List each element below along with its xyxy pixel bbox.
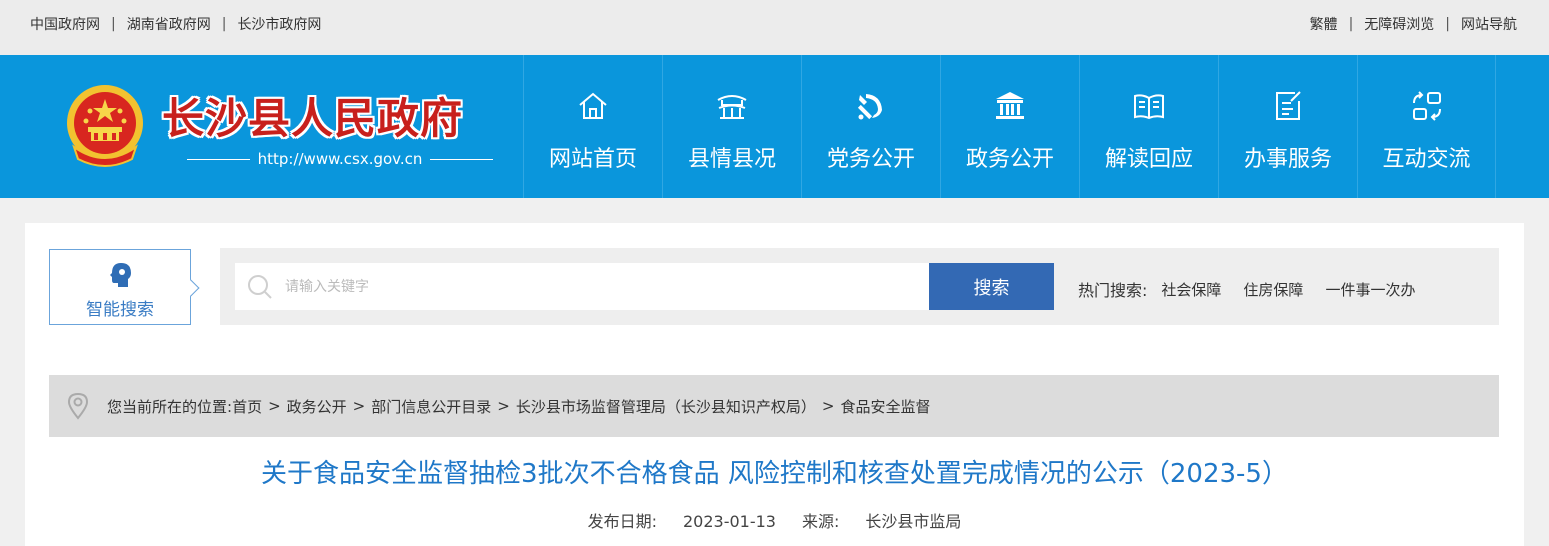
publish-date-value: 2023-01-13 bbox=[683, 512, 776, 531]
nav-government-affairs[interactable]: 政务公开 bbox=[940, 55, 1079, 198]
document-edit-icon bbox=[1276, 91, 1301, 120]
breadcrumb-separator: > bbox=[268, 397, 281, 415]
site-header: 长沙县人民政府 http://www.csx.gov.cn 网站首页 县情县况 bbox=[0, 55, 1549, 198]
link-traditional-chinese[interactable]: 繁體 bbox=[1310, 14, 1338, 34]
government-links: 中国政府网 | 湖南省政府网 | 长沙市政府网 bbox=[30, 14, 321, 34]
breadcrumb-prefix: 您当前所在的位置: bbox=[107, 397, 233, 416]
search-button[interactable]: 搜索 bbox=[929, 263, 1054, 310]
divider bbox=[187, 158, 250, 160]
nav-home[interactable]: 网站首页 bbox=[523, 55, 662, 198]
home-icon bbox=[579, 92, 607, 119]
article-meta: 发布日期: 2023-01-13 来源: 长沙县市监局 bbox=[25, 508, 1524, 532]
main-nav: 网站首页 县情县况 党务公开 政务公开 解读回应 办事服务 互动交流 bbox=[523, 55, 1496, 198]
site-url: http://www.csx.gov.cn bbox=[187, 150, 494, 168]
search-input-wrapper bbox=[235, 263, 930, 310]
nav-county-info[interactable]: 县情县况 bbox=[662, 55, 801, 198]
nav-label: 县情县况 bbox=[687, 147, 776, 172]
search-area: 搜索 热门搜索: 社会保障 住房保障 一件事一次办 bbox=[220, 248, 1499, 325]
publish-date-label: 发布日期: bbox=[587, 512, 657, 531]
source-label: 来源: bbox=[801, 512, 840, 531]
pavilion-icon bbox=[717, 95, 747, 119]
breadcrumb: 您当前所在的位置: 首页 > 政务公开 > 部门信息公开目录 > 长沙县市场监督… bbox=[49, 375, 1499, 437]
content-panel: 智能搜索 搜索 热门搜索: 社会保障 住房保障 一件事一次办 您当前所在的位置:… bbox=[25, 223, 1524, 546]
nav-interaction[interactable]: 互动交流 bbox=[1357, 55, 1496, 198]
location-pin-icon bbox=[67, 392, 89, 420]
nav-services[interactable]: 办事服务 bbox=[1218, 55, 1357, 198]
party-emblem-icon bbox=[857, 94, 882, 120]
site-url-text: http://www.csx.gov.cn bbox=[257, 150, 423, 168]
robot-head-icon bbox=[110, 263, 131, 287]
search-input[interactable] bbox=[285, 263, 915, 310]
open-book-icon bbox=[1134, 94, 1164, 120]
national-emblem-icon[interactable] bbox=[60, 81, 150, 171]
breadcrumb-market-bureau[interactable]: 长沙县市场监督管理局（长沙县知识产权局） bbox=[516, 396, 816, 417]
government-building-icon bbox=[996, 92, 1024, 119]
separator: | bbox=[111, 16, 116, 32]
smart-search-button[interactable]: 智能搜索 bbox=[49, 249, 191, 325]
divider bbox=[430, 158, 494, 160]
breadcrumb-food-safety[interactable]: 食品安全监督 bbox=[840, 396, 930, 417]
separator: | bbox=[1445, 16, 1450, 32]
nav-label: 网站首页 bbox=[548, 147, 637, 172]
top-utility-bar: 中国政府网 | 湖南省政府网 | 长沙市政府网 繁體 | 无障碍浏览 | 网站导… bbox=[0, 0, 1549, 55]
article-source: 来源: 长沙县市监局 bbox=[802, 512, 961, 531]
nav-interpretation[interactable]: 解读回应 bbox=[1079, 55, 1218, 198]
link-changsha-gov[interactable]: 长沙市政府网 bbox=[237, 14, 321, 34]
utility-links: 繁體 | 无障碍浏览 | 网站导航 bbox=[1310, 14, 1517, 34]
breadcrumb-separator: > bbox=[352, 397, 366, 415]
nav-label: 政务公开 bbox=[965, 147, 1054, 172]
publish-date: 发布日期: 2023-01-13 bbox=[588, 512, 776, 531]
nav-party-affairs[interactable]: 党务公开 bbox=[801, 55, 940, 198]
interaction-icon bbox=[1413, 91, 1441, 121]
link-site-nav[interactable]: 网站导航 bbox=[1461, 14, 1517, 34]
breadcrumb-gov-affairs[interactable]: 政务公开 bbox=[287, 396, 347, 417]
hot-search-item[interactable]: 社会保障 bbox=[1161, 279, 1221, 300]
article-title: 关于食品安全监督抽检3批次不合格食品 风险控制和核查处置完成情况的公示（2023… bbox=[261, 459, 1288, 489]
link-central-gov[interactable]: 中国政府网 bbox=[30, 14, 100, 34]
source-value: 长沙县市监局 bbox=[865, 512, 962, 531]
site-title[interactable]: 长沙县人民政府 bbox=[162, 85, 463, 146]
hot-search-item[interactable]: 住房保障 bbox=[1243, 279, 1303, 300]
smart-search-label: 智能搜索 bbox=[86, 300, 154, 320]
breadcrumb-home[interactable]: 首页 bbox=[232, 396, 262, 417]
hot-searches: 热门搜索: 社会保障 住房保障 一件事一次办 bbox=[1078, 277, 1437, 301]
separator: | bbox=[1348, 16, 1354, 32]
nav-label: 解读回应 bbox=[1104, 147, 1193, 172]
separator: | bbox=[221, 16, 227, 32]
nav-label: 互动交流 bbox=[1382, 147, 1471, 172]
nav-label: 党务公开 bbox=[826, 147, 915, 172]
link-accessibility[interactable]: 无障碍浏览 bbox=[1364, 14, 1434, 34]
nav-label: 办事服务 bbox=[1243, 147, 1332, 172]
link-hunan-gov[interactable]: 湖南省政府网 bbox=[127, 14, 211, 34]
search-icon bbox=[248, 275, 272, 299]
breadcrumb-dept-catalog[interactable]: 部门信息公开目录 bbox=[371, 396, 491, 417]
hot-search-title: 热门搜索: bbox=[1078, 281, 1148, 300]
breadcrumb-separator: > bbox=[821, 397, 835, 415]
hot-search-item[interactable]: 一件事一次办 bbox=[1325, 279, 1415, 300]
breadcrumb-separator: > bbox=[497, 397, 510, 415]
